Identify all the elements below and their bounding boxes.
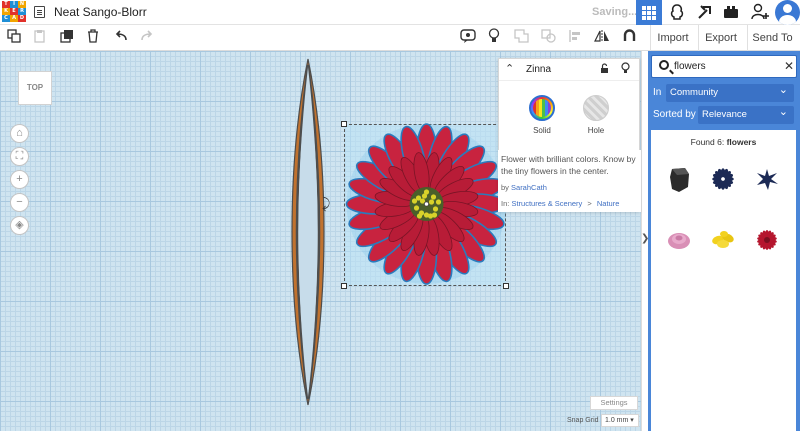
- bricks-icon[interactable]: [694, 3, 716, 22]
- shape-author: by SarahCath: [501, 183, 547, 192]
- edit-toolbar: Import Export Send To: [0, 25, 800, 51]
- shape-category-breadcrumb: In: Structures & Scenery > Nature: [501, 199, 619, 208]
- hole-label: Hole: [587, 126, 605, 135]
- add-user-icon[interactable]: [750, 3, 772, 22]
- author-prefix: by: [501, 183, 512, 192]
- category-prefix: In:: [501, 199, 512, 208]
- results-query: flowers: [726, 137, 757, 147]
- import-button[interactable]: Import: [650, 25, 695, 51]
- shape-description-tooltip: Flower with brilliant colors. Know by th…: [498, 150, 641, 212]
- redo-icon[interactable]: [137, 28, 157, 48]
- zinna-flower-shape[interactable]: [344, 121, 509, 286]
- hole-swatch[interactable]: [583, 95, 609, 121]
- logo-letter: N: [18, 1, 26, 8]
- grid-view-button[interactable]: [636, 0, 662, 25]
- design-title[interactable]: Neat Sango-Blorr: [54, 5, 147, 19]
- library-sort-select[interactable]: Relevance: [698, 103, 794, 124]
- send-to-button[interactable]: Send To: [747, 25, 797, 51]
- logo-letter: C: [2, 15, 10, 22]
- logo-letter: R: [18, 8, 26, 15]
- snap-grid-label: Snap Grid: [567, 417, 599, 424]
- fit-view-icon[interactable]: ⛶: [10, 147, 29, 166]
- export-button[interactable]: Export: [698, 25, 743, 51]
- sort-label: Sorted by: [653, 109, 696, 120]
- home-view-icon[interactable]: ⌂: [10, 124, 29, 143]
- user-avatar[interactable]: [775, 0, 800, 25]
- tiny-center-flower: [416, 213, 423, 219]
- magnet-icon[interactable]: [619, 28, 639, 48]
- library-source-select[interactable]: Community: [666, 81, 794, 102]
- mirror-icon[interactable]: [592, 28, 612, 48]
- blocks-icon[interactable]: [666, 3, 688, 22]
- logo-letter: E: [10, 8, 18, 15]
- inspector-header: ⌃ Zinna: [499, 59, 639, 81]
- subcategory-link[interactable]: Nature: [597, 199, 620, 208]
- library-search-box[interactable]: ✕: [651, 55, 797, 78]
- tile-center: [764, 237, 770, 243]
- clear-search-icon[interactable]: ✕: [784, 59, 794, 73]
- search-icon: [659, 60, 669, 70]
- rotate-handle-icon[interactable]: ⤸: [322, 195, 330, 212]
- logo-letter: K: [2, 8, 10, 15]
- copy-icon[interactable]: [4, 28, 24, 48]
- in-label: In: [653, 87, 662, 98]
- group-icon[interactable]: [511, 28, 531, 48]
- light-bulb-icon[interactable]: [484, 28, 504, 48]
- library-search-input[interactable]: [674, 61, 774, 72]
- view-cube[interactable]: TOP: [18, 71, 52, 105]
- library-results: Found 6: flowers: [651, 130, 796, 431]
- category-link[interactable]: Structures & Scenery: [511, 199, 582, 208]
- solid-color-swatch[interactable]: [529, 95, 555, 121]
- tiny-center-flower: [411, 198, 418, 204]
- result-tile-pink-rose[interactable]: [659, 222, 699, 258]
- tiny-center-flower: [428, 199, 435, 205]
- snap-grid-select[interactable]: 1.0 mm ▾: [601, 414, 639, 427]
- results-prefix: Found 6:: [690, 137, 727, 147]
- tiny-center-flower: [430, 194, 437, 200]
- center-marker: [423, 201, 430, 207]
- tiny-center-flower: [413, 205, 420, 211]
- save-status: Saving...: [592, 6, 638, 18]
- workplane-settings-button[interactable]: Settings: [590, 396, 638, 410]
- stem-shape[interactable]: [290, 57, 326, 407]
- logo-letter: T: [2, 1, 10, 8]
- collapse-panel-icon[interactable]: ❯: [641, 232, 649, 246]
- undo-icon[interactable]: [111, 28, 131, 48]
- shape-library-panel: ✕ In Community Sorted by Relevance Found…: [648, 51, 800, 431]
- comment-icon[interactable]: [458, 28, 478, 48]
- ungroup-icon[interactable]: [538, 28, 558, 48]
- align-icon[interactable]: [565, 28, 585, 48]
- design-list-icon[interactable]: [34, 6, 45, 18]
- result-tile-navy-star-flower[interactable]: [747, 161, 787, 197]
- tiny-center-flower: [431, 212, 438, 218]
- collapse-chevron-icon[interactable]: ⌃: [505, 62, 514, 75]
- top-bar: TIN KER CAD Neat Sango-Blorr Saving...: [0, 0, 800, 25]
- tinkercad-logo[interactable]: TIN KER CAD: [2, 1, 26, 23]
- duplicate-icon[interactable]: [57, 28, 77, 48]
- perspective-icon[interactable]: ◈: [10, 216, 29, 235]
- result-tile-red-daisy[interactable]: [747, 222, 787, 258]
- zoom-out-icon[interactable]: −: [10, 193, 29, 212]
- author-link[interactable]: SarahCath: [511, 183, 547, 192]
- result-tile-yellow-flower[interactable]: [703, 222, 743, 258]
- logo-letter: A: [10, 15, 18, 22]
- results-count: Found 6: flowers: [651, 137, 796, 147]
- logo-letter: D: [18, 15, 26, 22]
- logo-letter: I: [10, 1, 18, 8]
- shape-name: Zinna: [526, 64, 552, 75]
- result-tile-navy-disc-flower[interactable]: [703, 161, 743, 197]
- tiny-center-flower: [432, 206, 439, 212]
- paste-icon[interactable]: [30, 28, 50, 48]
- lock-icon[interactable]: [600, 63, 609, 77]
- delete-icon[interactable]: [83, 28, 103, 48]
- tiny-center-flower: [421, 193, 428, 199]
- lessons-icon[interactable]: [720, 3, 742, 22]
- zoom-in-icon[interactable]: +: [10, 170, 29, 189]
- solid-label: Solid: [533, 126, 551, 135]
- shape-description: Flower with brilliant colors. Know by th…: [501, 154, 636, 176]
- result-tile-dark-block[interactable]: [659, 161, 699, 197]
- breadcrumb-separator: >: [587, 199, 592, 208]
- tiny-center-flower: [435, 199, 442, 205]
- visibility-bulb-icon[interactable]: [621, 62, 630, 77]
